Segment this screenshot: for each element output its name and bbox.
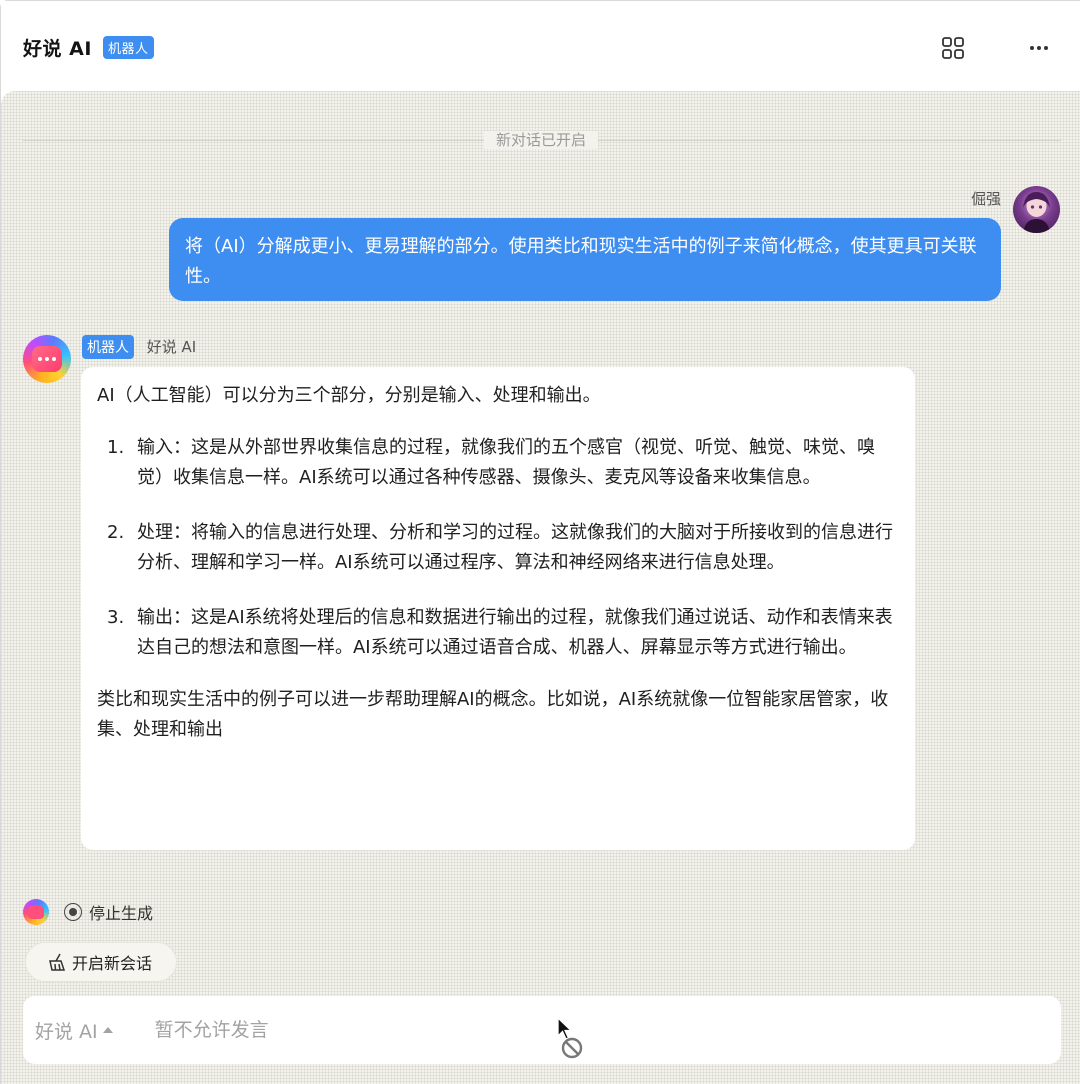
stop-icon (64, 903, 82, 921)
composer: 好说 AI (23, 996, 1061, 1064)
bot-name: 好说 AI (146, 338, 197, 356)
caret-up-icon (102, 1027, 113, 1033)
agent-select[interactable]: 好说 AI (35, 1017, 113, 1044)
agent-select-label: 好说 AI (35, 1020, 98, 1043)
chat-area[interactable]: 新对话已开启 倔强 将（AI）分解成更小、更易理解的部分。使用类比和现实生活中的… (1, 91, 1080, 1084)
bot-message-intro: AI（人工智能）可以分为三个部分，分别是输入、处理和输出。 (97, 385, 601, 406)
apps-grid-icon[interactable] (940, 35, 966, 61)
new-chat-button[interactable]: 开启新会话 (25, 942, 177, 982)
more-icon[interactable] (1026, 35, 1052, 61)
header: 好说 AI 机器人 (1, 1, 1080, 91)
stop-generating-label: 停止生成 (89, 904, 154, 923)
new-conversation-label: 新对话已开启 (483, 131, 598, 149)
user-name: 倔强 (970, 190, 1001, 208)
not-allowed-cursor-icon (557, 1016, 583, 1059)
bot-badge: 机器人 (82, 335, 134, 359)
bot-mini-avatar (23, 899, 49, 925)
user-avatar[interactable] (1013, 186, 1060, 233)
bot-meta: 机器人 好说 AI (82, 335, 196, 359)
broom-icon (49, 953, 66, 971)
bot-message-outro: 类比和现实生活中的例子可以进一步帮助理解AI的概念。比如说，AI系统就像一位智能… (97, 689, 889, 740)
generation-status: 停止生成 (23, 899, 153, 925)
app-window: 好说 AI 机器人 新对话已开启 倔强 将（AI）分解成更小、更易理解的部分。使… (0, 0, 1080, 1084)
bot-badge: 机器人 (103, 36, 154, 59)
new-chat-label: 开启新会话 (72, 954, 153, 973)
bot-avatar[interactable] (23, 335, 71, 383)
user-message-bubble: 将（AI）分解成更小、更易理解的部分。使用类比和现实生活中的例子来简化概念，使其… (169, 218, 1001, 301)
message-input[interactable] (154, 1019, 855, 1041)
list-item: 1. 输入：这是从外部世界收集信息的过程，就像我们的五个感官（视觉、听觉、触觉、味… (107, 437, 875, 488)
list-item: 2. 处理：将输入的信息进行处理、分析和学习的过程。这就像我们的大脑对于所接收到的… (107, 522, 893, 573)
stop-generating-button[interactable]: 停止生成 (64, 900, 153, 924)
list-item: 3. 输出：这是AI系统将处理后的信息和数据进行输出的过程，就像我们通过说话、动作… (107, 607, 893, 658)
bot-message-bubble: AI（人工智能）可以分为三个部分，分别是输入、处理和输出。 1. 输入：这是从外部… (81, 367, 915, 850)
app-title: 好说 AI 机器人 (23, 34, 154, 61)
bot-message-list: 1. 输入：这是从外部世界收集信息的过程，就像我们的五个感官（视觉、听觉、触觉、味… (97, 433, 899, 663)
app-title-text: 好说 AI (23, 38, 92, 60)
chat-bubble-icon (32, 346, 62, 372)
